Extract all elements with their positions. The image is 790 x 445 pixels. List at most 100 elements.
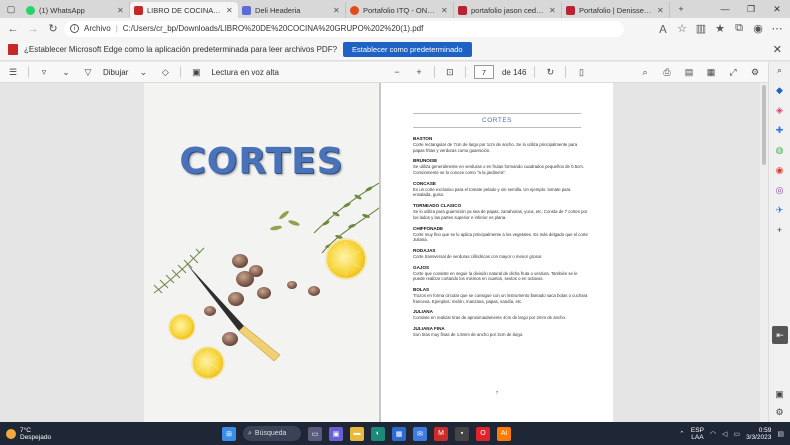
total-pages-label: de 146 xyxy=(501,67,527,77)
back-icon[interactable]: ← xyxy=(4,20,22,38)
time: 0:59 xyxy=(758,426,772,434)
draw-label[interactable]: Dibujar xyxy=(103,68,128,77)
pdf-viewer[interactable]: CORTES CORTES BASTON Corte rectangular d… xyxy=(0,83,768,422)
drop-icon[interactable]: ✈ xyxy=(774,204,786,216)
zoom-in-icon[interactable]: + xyxy=(412,64,426,80)
volume-icon[interactable]: ◁ xyxy=(722,430,727,438)
chevron-down-icon[interactable]: ⌄ xyxy=(136,64,150,80)
vertical-scrollbar[interactable] xyxy=(760,83,768,422)
forward-icon[interactable]: → xyxy=(24,20,42,38)
close-tab-icon[interactable]: ✕ xyxy=(657,6,665,15)
office-icon[interactable]: ◉ xyxy=(774,164,786,176)
edge-icon[interactable]: ◐ xyxy=(371,426,385,441)
mcafee-icon[interactable]: M xyxy=(434,426,448,441)
save-icon[interactable]: ▤ xyxy=(682,64,696,80)
print-icon[interactable]: ⎙ xyxy=(660,64,674,80)
close-tab-icon[interactable]: ✕ xyxy=(441,6,449,15)
profile-icon[interactable]: ◉ xyxy=(749,20,767,38)
collections-icon[interactable]: ⧉ xyxy=(730,20,748,38)
search-label: Búsqueda xyxy=(254,430,287,437)
chevron-up-icon[interactable]: ⌃ xyxy=(679,430,685,438)
tab-libro-cocina[interactable]: LIBRO DE COCINA GRUPO ✕ xyxy=(130,2,238,18)
tools-icon[interactable]: ✚ xyxy=(774,124,786,136)
tab-actions-icon[interactable]: ▢ xyxy=(0,0,22,18)
illustrator-icon[interactable]: Ai xyxy=(497,426,511,441)
scrollbar-thumb[interactable] xyxy=(762,85,766,165)
deli-icon xyxy=(242,5,251,15)
opera-icon[interactable]: O xyxy=(476,426,490,441)
portfolio-icon xyxy=(350,5,359,15)
close-tab-icon[interactable]: ✕ xyxy=(226,6,234,15)
read-aloud-icon[interactable]: ▣ xyxy=(189,64,203,80)
rosemary-sprig xyxy=(153,247,205,294)
cover-photo xyxy=(153,182,379,380)
task-view-icon[interactable]: ▭ xyxy=(308,426,322,441)
chevron-down-icon[interactable]: ⌄ xyxy=(59,64,73,80)
close-tab-icon[interactable]: ✕ xyxy=(117,6,125,15)
fit-page-icon[interactable]: ⊡ xyxy=(443,64,457,80)
clock[interactable]: 0:59 3/3/2023 xyxy=(746,427,771,441)
split-screen-icon[interactable]: ▥ xyxy=(692,20,710,38)
maximize-icon[interactable]: ❐ xyxy=(738,0,764,18)
shopping-icon[interactable]: ◈ xyxy=(774,104,786,116)
tab-portafolio-itq[interactable]: Portafolio ITQ - ONE DAY b ✕ xyxy=(346,2,454,18)
draw-icon[interactable]: ▽ xyxy=(81,64,95,80)
url-field[interactable]: i Archivo | C:/Users/cr_bp/Downloads/LIB… xyxy=(64,20,624,37)
set-default-button[interactable]: Establecer como predeterminado xyxy=(343,42,472,57)
pdf-icon xyxy=(8,44,18,55)
eraser-icon[interactable]: ◇ xyxy=(158,64,172,80)
date: 3/3/2023 xyxy=(746,433,772,441)
add-icon[interactable]: + xyxy=(774,224,786,236)
file-explorer-icon[interactable]: ▬ xyxy=(350,426,364,441)
language-indicator[interactable]: ESP LAA xyxy=(691,427,704,441)
new-tab-icon[interactable]: + xyxy=(670,0,692,18)
read-view-icon[interactable]: Ａ xyxy=(654,20,672,38)
outlook-icon[interactable]: ◎ xyxy=(774,184,786,196)
rotate-icon[interactable]: ↻ xyxy=(543,64,557,80)
page-view-icon[interactable]: ▯ xyxy=(574,64,588,80)
tab-whatsapp[interactable]: (1) WhatsApp ✕ xyxy=(22,2,130,18)
collapse-sidebar-icon[interactable]: ⇤ xyxy=(772,326,788,344)
wifi-icon[interactable]: ◠ xyxy=(710,430,716,438)
fullscreen-icon[interactable]: ⤢ xyxy=(726,64,740,80)
battery-icon[interactable]: ▭ xyxy=(733,430,740,438)
app-icon[interactable]: ▪ xyxy=(455,426,469,441)
page-number-input[interactable]: 7 xyxy=(473,65,494,79)
section-torneado: TORNEADO CLASICO Se lo utiliza para guar… xyxy=(413,203,589,220)
cover-title: CORTES xyxy=(179,141,344,182)
favorites-icon[interactable]: ★ xyxy=(711,20,729,38)
settings-icon[interactable]: ⚙ xyxy=(774,406,786,418)
taskbar-search[interactable]: ⌕ Búsqueda xyxy=(243,426,301,441)
favorite-star-icon[interactable]: ☆ xyxy=(673,20,691,38)
tab-portafolio-jason[interactable]: portafolio jason cedeño by ✕ xyxy=(454,2,562,18)
more-menu-icon[interactable]: ⋯ xyxy=(768,20,786,38)
tab-portafolio-denisse[interactable]: Portafolio | Denisse Alejand ✕ xyxy=(562,2,670,18)
page-title: CORTES xyxy=(482,117,512,124)
discover-icon[interactable]: ◆ xyxy=(774,84,786,96)
weather-widget[interactable]: 7°C Despejado xyxy=(0,427,160,441)
minimize-icon[interactable]: — xyxy=(712,0,738,18)
teams-icon[interactable]: ▣ xyxy=(329,426,343,441)
tab-deli-headeria[interactable]: Deli Headeria ✕ xyxy=(238,2,346,18)
close-tab-icon[interactable]: ✕ xyxy=(333,6,341,15)
close-icon[interactable]: ✕ xyxy=(773,43,782,56)
mail-icon[interactable]: ✉ xyxy=(413,426,427,441)
search-icon[interactable]: ⌕ xyxy=(774,64,786,76)
contents-icon[interactable]: ☰ xyxy=(6,64,20,80)
read-aloud-label[interactable]: Lectura en voz alta xyxy=(211,68,279,77)
start-icon[interactable]: ⊞ xyxy=(222,426,236,441)
settings-icon[interactable]: ⚙ xyxy=(748,64,762,80)
highlight-icon[interactable]: ▿ xyxy=(37,64,51,80)
layout-icon[interactable]: ▣ xyxy=(774,388,786,400)
reload-icon[interactable]: ↻ xyxy=(44,20,62,38)
search-icon[interactable]: ⌕ xyxy=(638,64,652,80)
zoom-out-icon[interactable]: − xyxy=(390,64,404,80)
store-icon[interactable]: ▦ xyxy=(392,426,406,441)
save-as-icon[interactable]: ▦ xyxy=(704,64,718,80)
notifications-icon[interactable]: ▤ xyxy=(777,430,784,438)
close-tab-icon[interactable]: ✕ xyxy=(549,6,557,15)
info-icon[interactable]: i xyxy=(70,24,79,33)
games-icon[interactable]: ◍ xyxy=(774,144,786,156)
close-window-icon[interactable]: ✕ xyxy=(764,0,790,18)
url-scheme-label: Archivo xyxy=(84,24,111,33)
